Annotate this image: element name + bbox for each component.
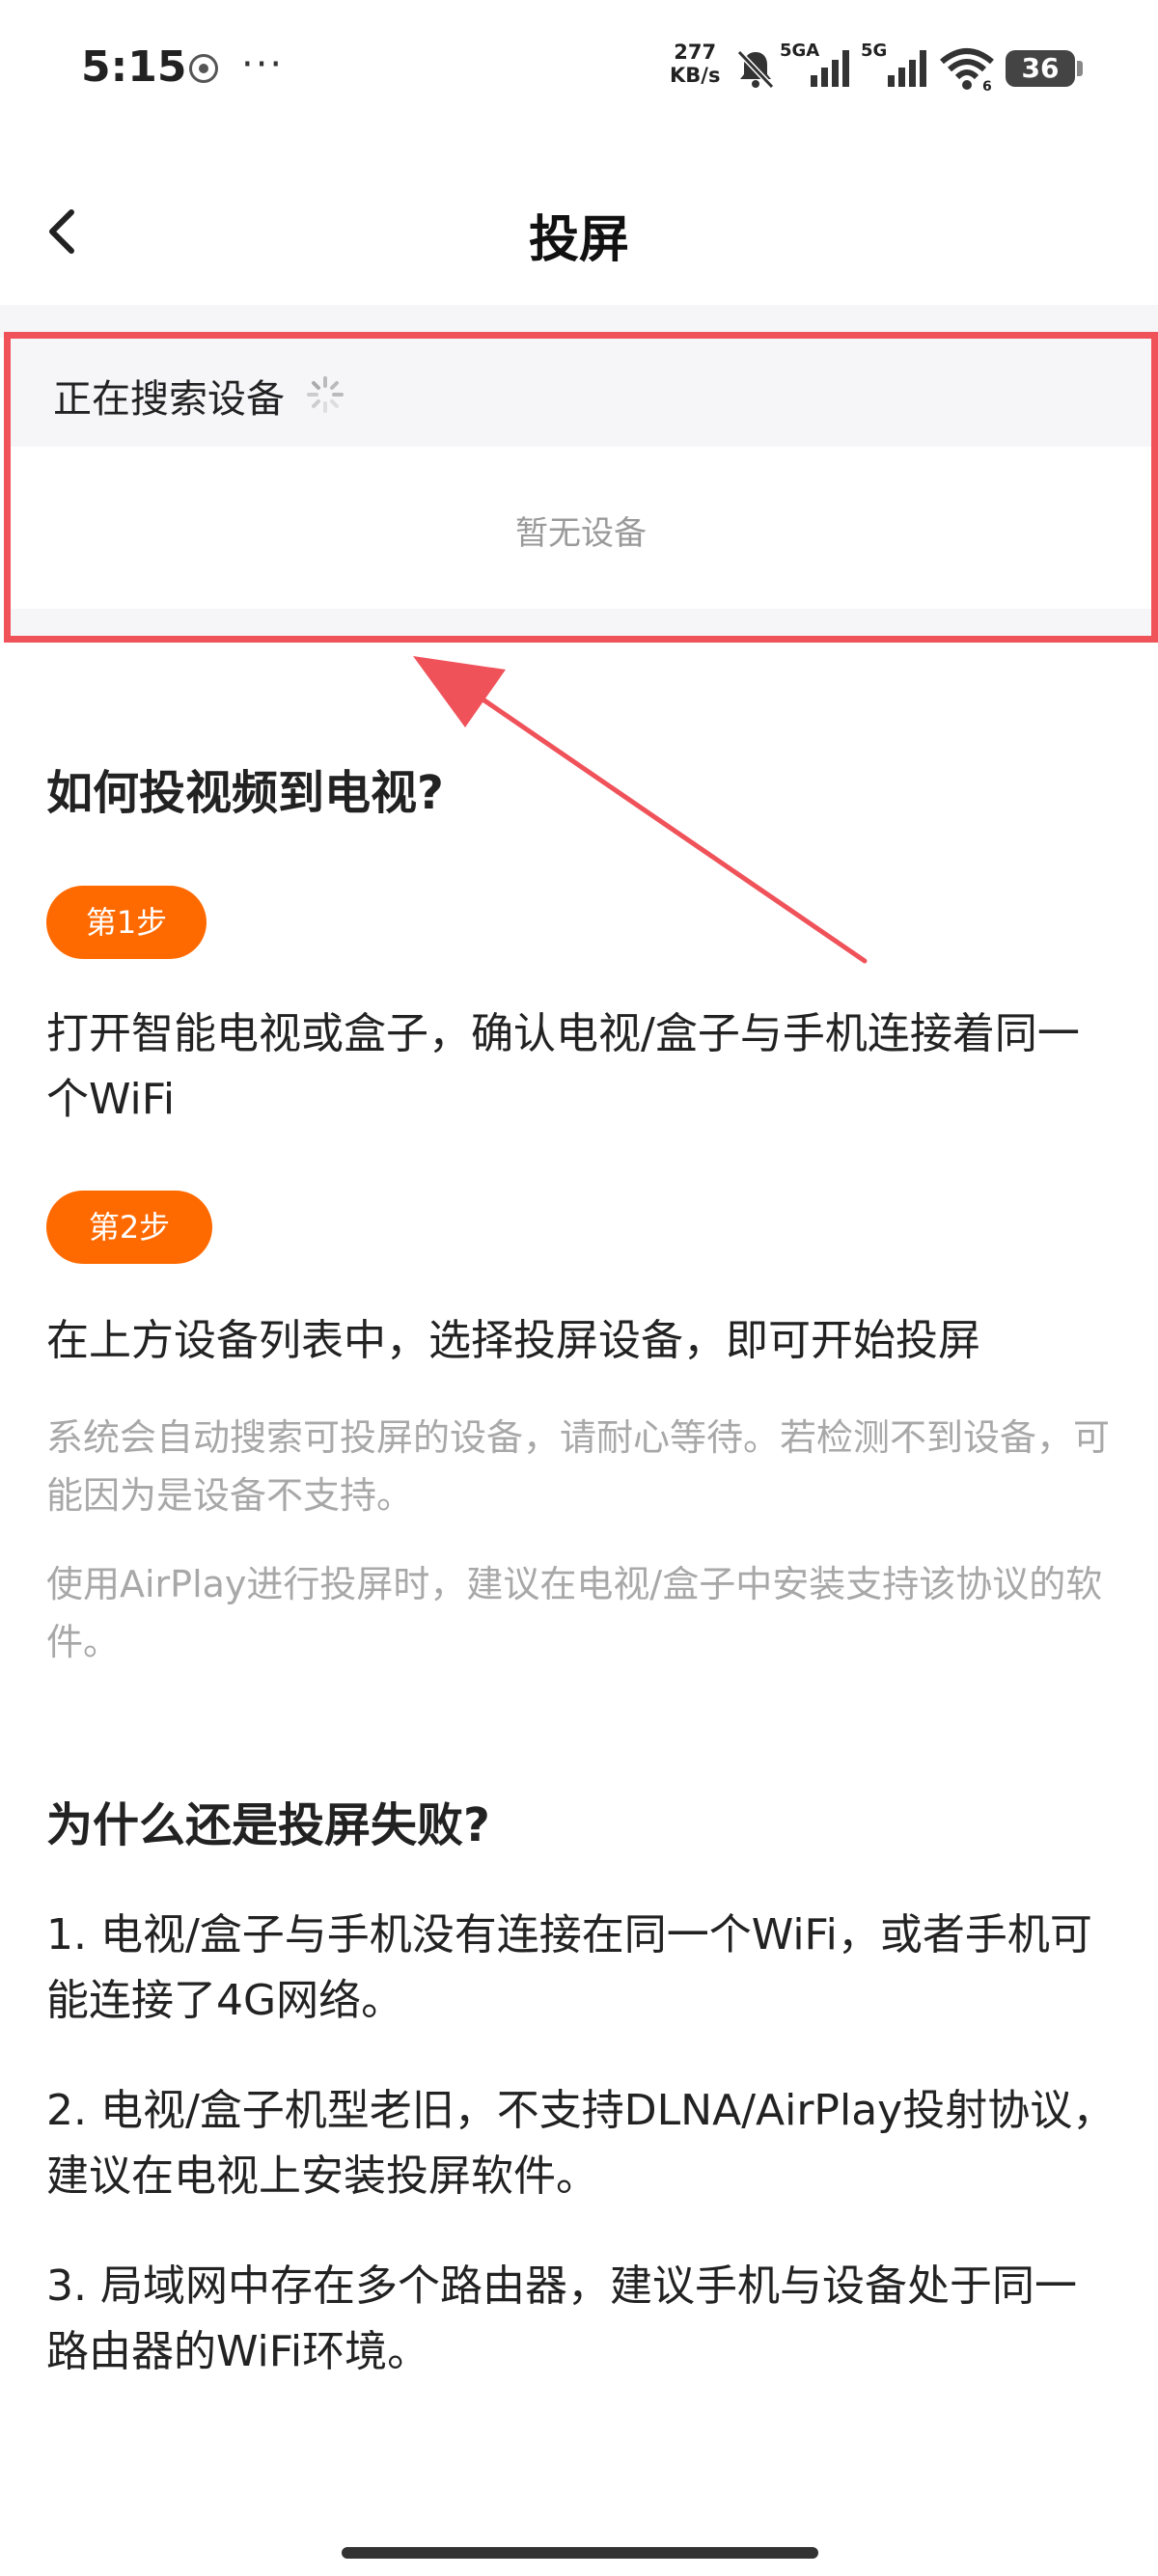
network-speed-value: 277 <box>674 41 717 64</box>
more-notifications-icon: ··· <box>241 42 285 87</box>
device-list-empty: 暂无设备 <box>11 447 1151 609</box>
faq-item-3: 3. 局域网中存在多个路由器，建议手机与设备处于同一路由器的WiFi环境。 <box>46 2261 1077 2376</box>
wifi-icon: 6 <box>940 48 994 93</box>
cellular-signal-5ga-icon: 5GA <box>780 41 849 87</box>
cast-screen: 5:15 ··· 277 KB/s 5GA 5G 6 36 投屏 正在搜索设备 … <box>0 0 1158 2576</box>
network-speed: 277 KB/s <box>670 41 720 87</box>
searching-devices-label: 正在搜索设备 <box>53 377 285 422</box>
step2-badge: 第2步 <box>46 1191 212 1264</box>
battery-icon: 36 <box>1006 50 1083 87</box>
app-notification-icon <box>189 54 218 83</box>
faq-item-2: 2. 电视/盒子机型老旧，不支持DLNA/AirPlay投射协议，建议在电视上安… <box>46 2086 1116 2201</box>
home-indicator[interactable] <box>342 2547 818 2559</box>
device-search-row: 正在搜索设备 <box>11 339 1151 447</box>
no-devices-label: 暂无设备 <box>515 514 647 553</box>
app-header: 投屏 <box>0 164 1158 299</box>
device-list-section: 正在搜索设备 暂无设备 <box>4 332 1158 643</box>
status-time: 5:15 <box>81 42 187 92</box>
guide-title: 如何投视频到电视? <box>46 766 444 820</box>
status-bar: 5:15 ··· 277 KB/s 5GA 5G 6 36 <box>0 0 1158 135</box>
wifi-standard-label: 6 <box>982 79 992 93</box>
guide-note-1: 系统会自动搜索可投屏的设备，请耐心等待。若检测不到设备，可能因为是设备不支持。 <box>46 1416 1111 1517</box>
faq-title: 为什么还是投屏失败? <box>46 1798 490 1852</box>
step1-badge: 第1步 <box>46 886 207 959</box>
annotation-arrow-icon <box>413 656 868 964</box>
cellular-5ga-label: 5GA <box>780 41 819 61</box>
step1-text: 打开智能电视或盒子，确认电视/盒子与手机连接着同一个WiFi <box>46 1009 1080 1124</box>
faq-item-1: 1. 电视/盒子与手机没有连接在同一个WiFi，或者手机可能连接了4G网络。 <box>46 1910 1092 2025</box>
guide-note-2: 使用AirPlay进行投屏时，建议在电视/盒子中安装支持该协议的软件。 <box>46 1563 1103 1663</box>
cellular-5g-label: 5G <box>861 41 887 61</box>
loading-spinner-icon <box>307 376 344 413</box>
cellular-signal-5g-icon: 5G <box>861 41 926 87</box>
bell-muted-icon <box>736 49 775 90</box>
step2-text: 在上方设备列表中，选择投屏设备，即可开始投屏 <box>46 1316 980 1365</box>
network-speed-unit: KB/s <box>670 64 721 87</box>
page-title: 投屏 <box>528 211 629 269</box>
